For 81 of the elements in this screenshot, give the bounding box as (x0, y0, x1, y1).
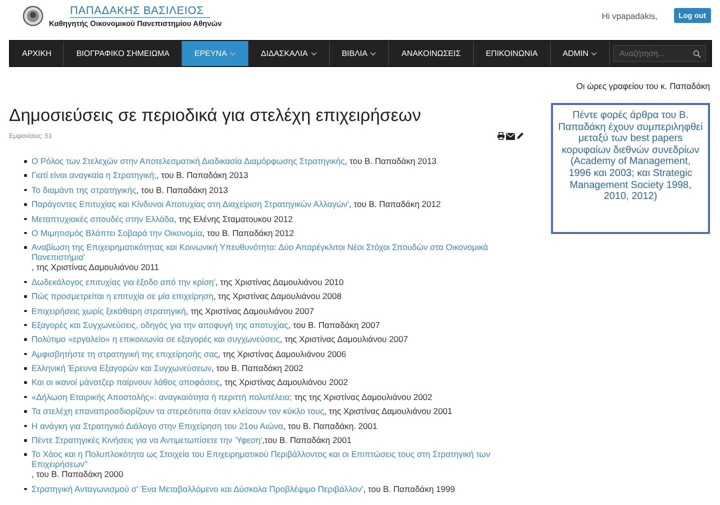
publication-entry: Ελληνική Έρευνα Εξαγορών και Συγχωνεύσεων, του Β. Παπαδάκη 2002 (32, 363, 304, 374)
bullet-icon (24, 295, 26, 298)
publication-link[interactable]: Γιατί είναι αναγκαία η Στρατηγική; (32, 170, 156, 180)
publication-entry: Αμφισβητήστε τη στρατηγική της επιχείρησής σας, της Χριστίνας Δαμουλιάνου 2006 (32, 348, 346, 359)
bullet-icon (24, 218, 26, 220)
bullet-icon (24, 280, 26, 284)
publication-entry: Παράγοντες Επιτυχίας και Κίνδυνοι Αποτυχίας στη Διαχείριση Στρατηγικών Αλλαγών', του Β. Παπαδάκη 2012 (32, 199, 441, 210)
publication-entry: Στρατηγική Ανταγωνισμού σ' Ένα Μεταβαλλόμενο και Δύσκολα Προβλέψιμο Περιβάλλον', του Β. Παπαδάκη 1999 (32, 484, 455, 494)
bullet-icon (24, 188, 26, 192)
publication-link[interactable]: Στρατηγική Ανταγωνισμού σ' Ένα Μεταβαλλόμενο και Δύσκολα Προβλέψιμο Περιβάλλον' (32, 484, 364, 494)
greeting-text: Hi vpapadakis, (602, 10, 658, 20)
publication-link[interactable]: «Δήλωση Εταιρικής Αποστολής»: αναγκαιότητα ή περιττή πολυτέλεια; (32, 392, 292, 402)
publication-entry: Δωδεκάλογος επιτυχίας για έξοδο από την κρίση', της Χριστίνας Δαμουλιάνου 2010 (32, 276, 344, 287)
pencil-icon[interactable] (516, 132, 524, 140)
publication-entry: Εξαγορές και Συγχωνεύσεις, οδηγός για την αποφυγή της αποτυχίας, του Β. Παπαδάκη 2007 (32, 320, 380, 330)
publication-entry: Πολύτιμο «εργαλείο» η επικοινωνία σε εξαγορές και συγχωνεύσεις, της Χριστίνας Δαμουλιάνου 2007 (32, 334, 408, 344)
nav-tab[interactable]: ΑΡΧΙΚΗ (10, 41, 64, 66)
ticker-text: Οι ώρες γραφείου του κ. Παπαδάκη (576, 81, 710, 93)
publication-entry: «Δήλωση Εταιρικής Αποστολής»: αναγκαιότητα ή περιττή πολυτέλεια; της της Χριστίνας Δαμουλιάνου 2002 (32, 392, 432, 402)
publication-link[interactable]: Τα στελέχη επαναπροσδιορίζουν τα στερεότυπα όταν κλείσουν τον κύκλο τους (32, 406, 324, 416)
publication-link[interactable]: Εξαγορές και Συγχωνεύσεις, οδηγός για την αποφυγή της αποτυχίας (32, 320, 288, 330)
search-field[interactable]: Αναζήτηση... (613, 45, 706, 62)
bullet-icon (24, 453, 26, 456)
nav-tab[interactable]: ΒΙΒΛΙΑ (330, 41, 390, 66)
nav-tab[interactable]: ΕΠΙΚΟΙΝΩΝΙΑ (474, 41, 551, 66)
bullet-icon (24, 203, 26, 206)
nav-tab[interactable]: ADMIN (550, 41, 610, 66)
print-icon[interactable] (497, 132, 505, 140)
publication-link[interactable]: Ελληνική Έρευνα Εξαγορών και Συγχωνεύσεων (32, 363, 212, 374)
publication-entry: Και οι ικανοί μάνατζερ παίρνουν λάθος αποφάσεις, της Χριστίνας Δαμουλιάνου 2002 (32, 377, 348, 388)
bullet-icon (24, 424, 26, 428)
publication-entry: Πώς προσμετρείται η επιτυχία σε μία επιχείρηση, της Χριστίνας Δαμουλιάνου 2008 (32, 291, 342, 302)
publication-entry: Επιχειρήσεις χωρίς ξεκάθαρη στρατηγική, της Χριστίνας Δαμουλιάνου 2007 (32, 306, 314, 316)
page-title: Δημοσιεύσεις σε περιοδικά για στελέχη επιχειρήσεων (9, 105, 422, 126)
publication-link[interactable]: Ο Ρόλος των Στελεχών στην Αποτελεσματική Διαδικασία Διαμόρφωσης Στρατηγικής (32, 156, 345, 166)
publication-entry: Ο Μιμητισμός Βλάπτει Σοβαρά την Οικονομία, του Β. Παπαδάκη 2012 (32, 228, 294, 238)
publication-link[interactable]: Δωδεκάλογος επιτυχίας για έξοδο από την κρίση' (32, 276, 216, 287)
publication-link[interactable]: Αναβίωση της Επιχειρηματικότητας και Κοινωνική Υπευθυνότητα: Δύο Απαρέγκλιτοι Νέοι Στόχοι Σπουδών στα Οικονομικά Πανεπιστήμια' (32, 242, 534, 262)
publication-entry: Πέντε Στρατηγικές Κινήσεις για να Αντιμετωπίσετε την Ύφεση',του Β. Παπαδάκη 2001 (32, 435, 352, 446)
notice-box: Πέντε φορές άρθρα του Β. Παπαδάκη έχουν συμπεριληφθεί μεταξύ των best papers κορυφαίων διεθνών συνεδρίων (Academy of Management, 1996 και 2003; και Strategic Management Society 1998, 2010, 2012) (551, 103, 710, 234)
publication-link[interactable]: Η ανάγκη για Στρατηγικό Διάλογο στην Επιχείρηση του 21ου Αιώνα (32, 420, 284, 431)
bullet-icon (24, 246, 26, 249)
bullet-icon (24, 439, 26, 442)
bullet-icon (24, 381, 26, 384)
bullet-icon (24, 160, 26, 162)
publication-link[interactable]: Ο Μιμητισμός Βλάπτει Σοβαρά την Οικονομία (32, 228, 202, 238)
publication-entry: Ο Ρόλος των Στελεχών στην Αποτελεσματική Διαδικασία Διαμόρφωσης Στρατηγικής, του Β. Παπαδάκη 2013 (32, 156, 436, 166)
publication-entry: Μεταπτυχιακές σπουδές στην Ελλάδα, της Ελένης Σταματουκου 2012 (32, 214, 293, 224)
publication-link[interactable]: Επιχειρήσεις χωρίς ξεκάθαρη στρατηγική (32, 306, 186, 316)
search-icon (693, 50, 701, 58)
publication-link[interactable]: Το διαμάντι της στρατηγικής (32, 184, 136, 195)
emblem-logo-icon (22, 6, 44, 26)
publication-link[interactable]: Πολύτιμο «εργαλείο» η επικοινωνία σε εξαγορές και συγχωνεύσεις (32, 334, 280, 344)
publication-link[interactable]: Αμφισβητήστε τη στρατηγική της επιχείρησής σας (32, 348, 218, 359)
bullet-icon (24, 324, 26, 326)
bullet-icon (24, 396, 26, 398)
publication-link[interactable]: Το Χάος και η Πολυπλοκότητα ως Στοιχεία του Επιχειρηματικού Περιβάλλοντος και οι Επιπτώσεις τους στη Στρατηγική των Επιχειρήσεων'' (32, 449, 534, 470)
publication-entry: Τα στελέχη επαναπροσδιορίζουν τα στερεότυπα όταν κλείσουν τον κύκλο τους, της Χριστίνας Δαμουλιάνου 2001 (32, 406, 452, 416)
site-title[interactable]: ΠΑΠΑΔΑΚΗΣ ΒΑΣΙΛΕΙΟΣ (70, 5, 210, 18)
publication-entry: Η ανάγκη για Στρατηγικό Διάλογο στην Επιχείρηση του 21ου Αιώνα, του Β. Παπαδάκη. 2001 (32, 420, 378, 431)
bullet-icon (24, 488, 26, 490)
bullet-icon (24, 352, 26, 356)
bullet-icon (24, 410, 26, 413)
publication-entry: Αναβίωση της Επιχειρηματικότητας και Κοινωνική Υπευθυνότητα: Δύο Απαρέγκλιτοι Νέοι Στόχοι Σπουδών στα Οικονομικά Πανεπιστήμια' , της Χριστίνας Δαμουλιάνου 2011 (32, 242, 534, 272)
nav-tab[interactable]: ΕΡΕΥΝΑ (182, 41, 249, 66)
bullet-icon (24, 338, 26, 341)
nav-tab[interactable]: ΑΝΑΚΟΙΝΩΣΕΙΣ (389, 41, 474, 66)
publication-entry: Το Χάος και η Πολυπλοκότητα ως Στοιχεία του Επιχειρηματικού Περιβάλλοντος και οι Επιπτώσεις τους στη Στρατηγική των Επιχειρήσεων'' , του Β. Παπαδάκη 2000 (32, 449, 534, 480)
email-icon[interactable] (506, 132, 515, 140)
nav-tab[interactable]: ΔΙΔΑΣΚΑΛΙΑ (248, 41, 330, 66)
publication-link[interactable]: Πώς προσμετρείται η επιτυχία σε μία επιχείρηση (32, 291, 214, 302)
publication-link[interactable]: Και οι ικανοί μάνατζερ παίρνουν λάθος αποφάσεις (32, 377, 220, 388)
publication-entry: Γιατί είναι αναγκαία η Στρατηγική;, του Β. Παπαδάκη 2013 (32, 170, 248, 180)
bullet-icon (24, 174, 26, 177)
publication-link[interactable]: Πέντε Στρατηγικές Κινήσεις για να Αντιμετωπίσετε την Ύφεση' (32, 435, 262, 446)
publication-entry: Το διαμάντι της στρατηγικής, του Β. Παπαδάκη 2013 (32, 184, 228, 195)
publication-link[interactable]: Μεταπτυχιακές σπουδές στην Ελλάδα (32, 214, 174, 224)
bullet-icon (24, 232, 26, 234)
bullet-icon (24, 367, 26, 370)
bullet-icon (24, 310, 26, 312)
publication-link[interactable]: Παράγοντες Επιτυχίας και Κίνδυνοι Αποτυχίας στη Διαχείριση Στρατηγικών Αλλαγών' (32, 199, 350, 210)
